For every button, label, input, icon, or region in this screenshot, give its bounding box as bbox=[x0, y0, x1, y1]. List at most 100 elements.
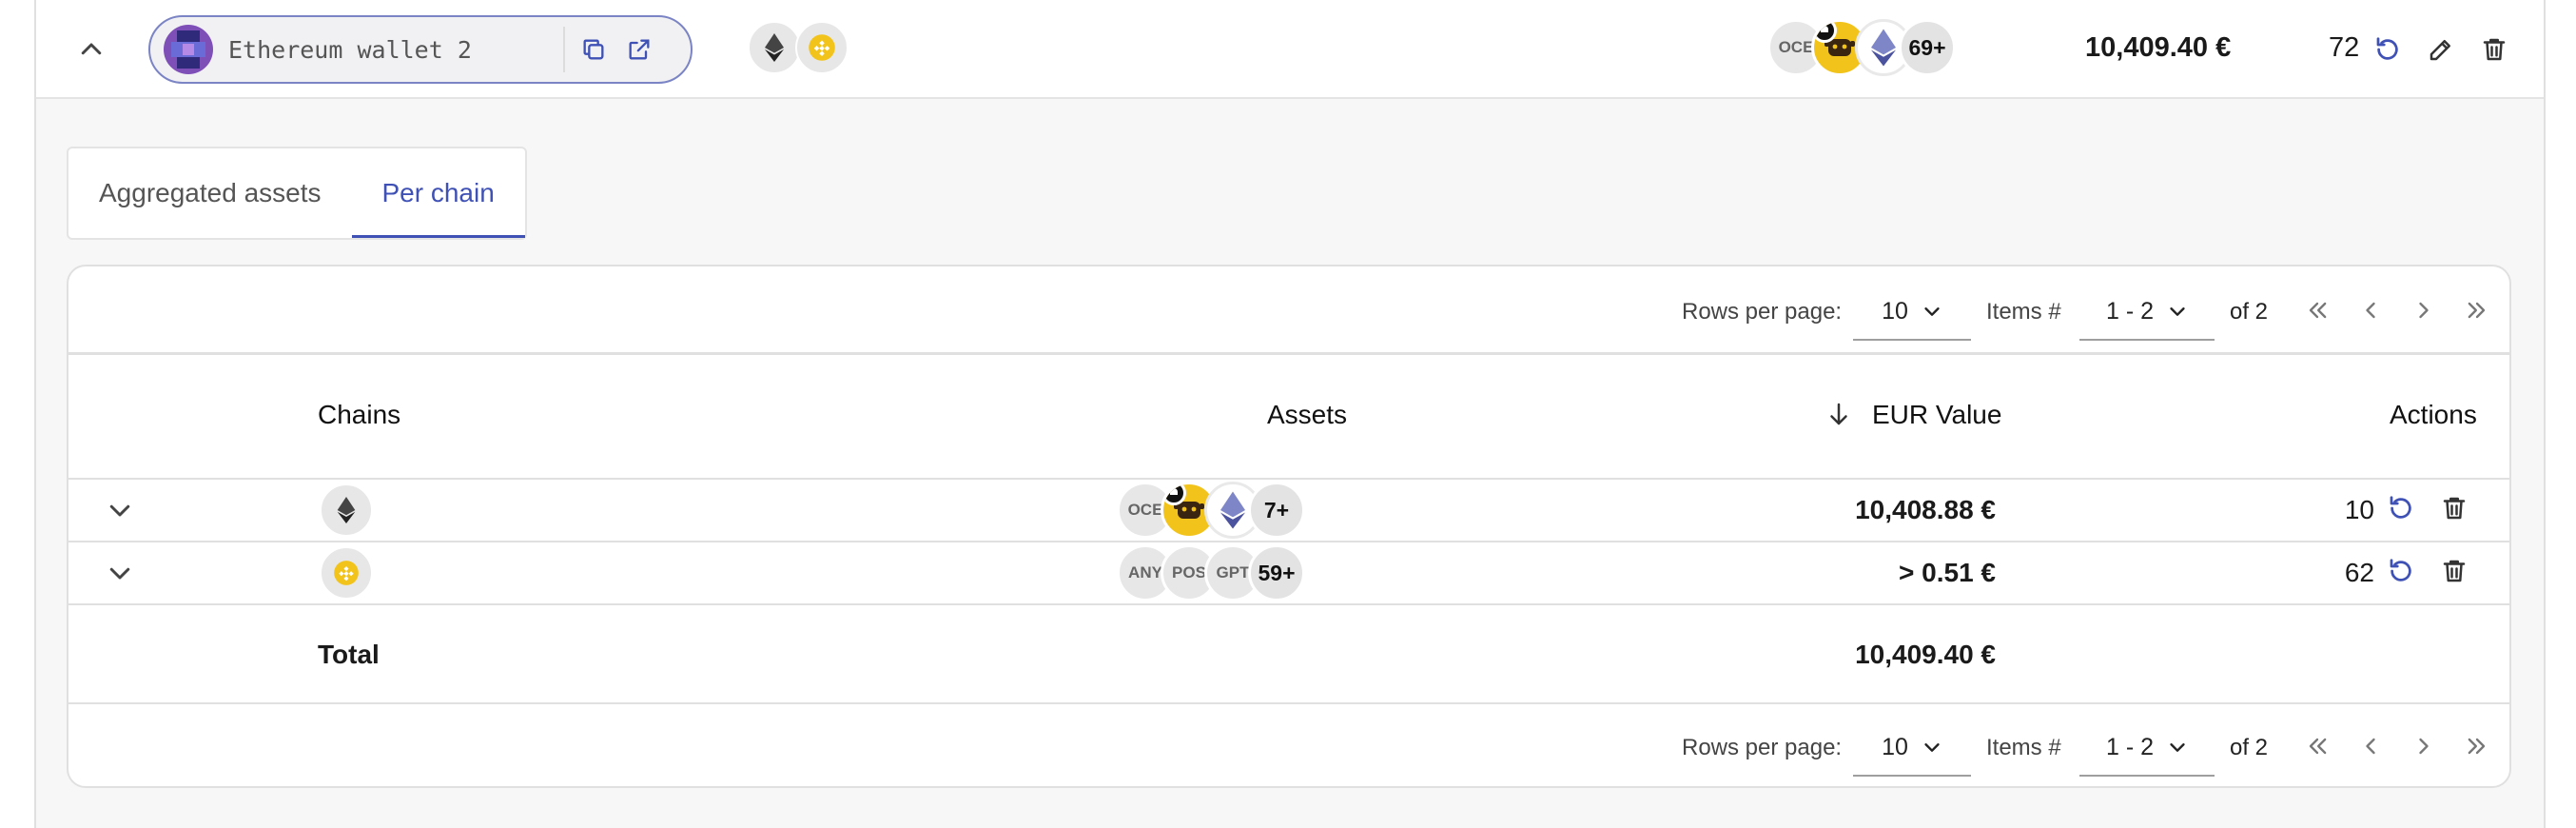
protocol-icon bbox=[1170, 488, 1178, 495]
refresh-icon bbox=[2390, 559, 2411, 582]
total-pages-label: of 2 bbox=[2230, 735, 2269, 760]
account-assets[interactable]: OCE 69+ bbox=[1767, 19, 1956, 76]
account-asset-count: 72 bbox=[2329, 32, 2360, 63]
refresh-icon bbox=[2376, 37, 2398, 60]
expand-row-button[interactable] bbox=[95, 485, 145, 535]
rows-per-page-value: 10 bbox=[1882, 297, 1908, 325]
more-assets-count: 69+ bbox=[1899, 19, 1956, 76]
row-asset-count: 10 bbox=[2344, 495, 2374, 524]
chevron-right-icon bbox=[2419, 738, 2429, 755]
chevron-down-icon bbox=[109, 504, 130, 517]
column-header-actions: Actions bbox=[2390, 400, 2477, 429]
rows-per-page-select[interactable]: 10 bbox=[1853, 720, 1971, 777]
external-link-icon bbox=[629, 39, 650, 60]
chevron-left-icon bbox=[2366, 302, 2375, 319]
edit-account-button[interactable] bbox=[2416, 25, 2466, 74]
column-header-assets[interactable]: Assets bbox=[1267, 400, 1347, 430]
last-page-button[interactable] bbox=[2454, 723, 2500, 769]
copy-address-button[interactable] bbox=[571, 27, 616, 72]
last-page-button[interactable] bbox=[2454, 287, 2500, 333]
prev-page-button[interactable] bbox=[2348, 287, 2393, 333]
ethereum-icon bbox=[765, 33, 784, 62]
double-chevron-left-icon bbox=[2309, 302, 2327, 319]
row-assets[interactable]: ANY POS GPT 59+ bbox=[1117, 544, 1305, 601]
divider bbox=[68, 603, 2509, 605]
first-page-button[interactable] bbox=[2294, 723, 2340, 769]
row-eur-value: 10,408.88 € bbox=[1855, 495, 1996, 524]
chevron-down-icon bbox=[2170, 743, 2185, 752]
more-assets-count: 59+ bbox=[1248, 544, 1305, 601]
chain-cell bbox=[320, 546, 373, 600]
next-page-button[interactable] bbox=[2401, 287, 2447, 333]
account-value: 10,409.40 € bbox=[2085, 32, 2232, 63]
more-assets-count: 7+ bbox=[1248, 482, 1305, 539]
delete-row-button[interactable] bbox=[2430, 546, 2479, 596]
divider bbox=[68, 541, 2509, 542]
view-tabs: Aggregated assets Per chain bbox=[67, 147, 527, 240]
tab-aggregated-assets[interactable]: Aggregated assets bbox=[68, 148, 352, 238]
sort-descending-indicator[interactable] bbox=[1825, 400, 1853, 433]
account-chip[interactable]: Ethereum wallet 2 bbox=[148, 15, 693, 84]
arrow-down-icon bbox=[1830, 403, 1847, 425]
ethereum-icon bbox=[1871, 29, 1896, 67]
double-chevron-left-icon bbox=[2309, 738, 2327, 755]
divider bbox=[68, 478, 2509, 480]
protocol-badge bbox=[1814, 22, 1837, 43]
chain-cell bbox=[320, 483, 373, 537]
chain-badge-bnb[interactable] bbox=[795, 21, 849, 74]
delete-row-button[interactable] bbox=[2430, 483, 2479, 533]
ethereum-icon bbox=[1220, 491, 1245, 529]
chevron-down-icon bbox=[1924, 743, 1940, 752]
next-page-button[interactable] bbox=[2401, 723, 2447, 769]
pencil-icon bbox=[2430, 40, 2450, 61]
items-range-value: 1 - 2 bbox=[2105, 297, 2155, 325]
refresh-row-button[interactable] bbox=[2376, 546, 2426, 596]
items-range-select[interactable]: 1 - 2 bbox=[2079, 720, 2215, 777]
rows-per-page-select[interactable]: 10 bbox=[1853, 284, 1971, 341]
refresh-row-button[interactable] bbox=[2376, 483, 2426, 533]
pill-divider bbox=[563, 27, 565, 72]
column-header-eur-value[interactable]: EUR Value bbox=[1872, 400, 2001, 430]
open-explorer-button[interactable] bbox=[616, 27, 662, 72]
first-page-button[interactable] bbox=[2294, 287, 2340, 333]
account-chains bbox=[748, 21, 849, 74]
pagination-top: Rows per page: 10 Items # 1 - 2 of 2 bbox=[68, 268, 2509, 354]
bnb-chain-icon bbox=[809, 34, 835, 61]
divider bbox=[68, 352, 2509, 355]
total-eur-value: 10,409.40 € bbox=[1855, 640, 1996, 669]
delete-account-button[interactable] bbox=[2469, 25, 2519, 74]
chevron-down-icon bbox=[109, 567, 130, 580]
collapse-row-button[interactable] bbox=[67, 25, 116, 74]
prev-page-button[interactable] bbox=[2348, 723, 2393, 769]
trash-icon bbox=[2443, 560, 2466, 582]
chevron-down-icon bbox=[1924, 307, 1940, 316]
chain-badge-ethereum[interactable] bbox=[320, 483, 373, 537]
total-label: Total bbox=[318, 640, 380, 669]
items-label: Items # bbox=[1986, 299, 2061, 325]
trash-icon bbox=[2483, 38, 2506, 61]
chain-badge-bnb[interactable] bbox=[320, 546, 373, 600]
items-range-value: 1 - 2 bbox=[2105, 733, 2155, 760]
rows-per-page-label: Rows per page: bbox=[1682, 735, 1843, 760]
refresh-button[interactable] bbox=[2363, 25, 2412, 74]
double-chevron-right-icon bbox=[2468, 738, 2486, 755]
ethereum-icon bbox=[337, 497, 356, 523]
rows-per-page-label: Rows per page: bbox=[1682, 299, 1843, 325]
expand-row-button[interactable] bbox=[95, 548, 145, 598]
chain-badge-ethereum[interactable] bbox=[748, 21, 801, 74]
tab-per-chain[interactable]: Per chain bbox=[351, 148, 526, 238]
protocol-icon bbox=[1821, 26, 1828, 32]
copy-icon bbox=[583, 39, 604, 60]
account-avatar bbox=[164, 25, 213, 74]
pagination-bottom: Rows per page: 10 Items # 1 - 2 of 2 bbox=[68, 704, 2509, 786]
total-pages-label: of 2 bbox=[2230, 299, 2269, 325]
row-assets[interactable]: OCE 7+ bbox=[1117, 482, 1305, 539]
chevron-right-icon bbox=[2419, 302, 2429, 319]
per-chain-table-card: Rows per page: 10 Items # 1 - 2 of 2 Cha… bbox=[67, 265, 2511, 788]
protocol-badge bbox=[1163, 484, 1186, 505]
chevron-left-icon bbox=[2366, 738, 2375, 755]
chevron-down-icon bbox=[2170, 307, 2185, 316]
items-range-select[interactable]: 1 - 2 bbox=[2079, 284, 2215, 341]
column-header-chains[interactable]: Chains bbox=[318, 400, 400, 430]
refresh-icon bbox=[2390, 496, 2411, 519]
